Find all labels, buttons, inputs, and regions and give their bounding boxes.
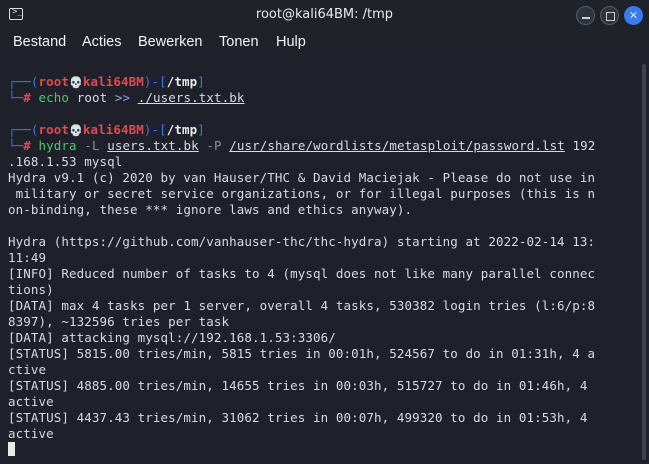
close-button[interactable]: ✕ (624, 6, 643, 25)
output-line: [INFO] Reduced number of tasks to 4 (mys… (8, 266, 596, 281)
prompt-line: ┌──(root💀kali64BM)-[/tmp] (8, 74, 205, 89)
menu-hulp[interactable]: Hulp (276, 34, 306, 50)
minimize-icon (582, 17, 590, 19)
menu-bar: Bestand Acties Bewerken Tonen Hulp (0, 30, 649, 56)
maximize-icon (606, 12, 615, 21)
output-line: [DATA] attacking mysql://192.168.1.53:33… (8, 330, 336, 345)
output-line: Hydra (https://github.com/vanhauser-thc/… (8, 234, 596, 249)
output-line: 11:49 (8, 250, 47, 265)
output-line: Hydra v9.1 (c) 2020 by van Hauser/THC & … (8, 170, 596, 185)
output-line: .168.1.53 mysql (8, 154, 123, 169)
prompt-line: ┌──(root💀kali64BM)-[/tmp] (8, 122, 205, 137)
terminal-output[interactable]: ┌──(root💀kali64BM)-[/tmp] └─# echo root … (0, 56, 640, 464)
scrollbar-thumb[interactable] (642, 64, 646, 460)
menu-bestand[interactable]: Bestand (13, 34, 66, 50)
close-icon: ✕ (628, 9, 639, 22)
skull-icon: 💀 (69, 76, 83, 89)
output-line: active (8, 426, 54, 441)
title-bar[interactable]: >_ root@kali64BM: /tmp ✕ (0, 0, 649, 30)
output-line: 8397), ~132596 tries per task (8, 314, 230, 329)
scrollbar[interactable] (640, 56, 649, 464)
output-line: tions) (8, 282, 54, 297)
output-line: ctive (8, 362, 47, 377)
menu-acties[interactable]: Acties (82, 34, 122, 50)
terminal-window: >_ root@kali64BM: /tmp ✕ Bestand Acties … (0, 0, 649, 464)
output-line: military or secret service organizations… (8, 186, 596, 201)
output-line: on-binding, these *** ignore laws and et… (8, 202, 413, 217)
skull-icon: 💀 (69, 124, 83, 137)
output-line: [STATUS] 4437.43 tries/min, 31062 tries … (8, 410, 588, 425)
output-line: [STATUS] 4885.00 tries/min, 14655 tries … (8, 378, 588, 393)
output-line: [STATUS] 5815.00 tries/min, 5815 tries i… (8, 346, 596, 361)
output-line: active (8, 394, 54, 409)
menu-tonen[interactable]: Tonen (219, 34, 259, 50)
minimize-button[interactable] (576, 6, 595, 25)
window-title: root@kali64BM: /tmp (255, 7, 394, 22)
output-line: [DATA] max 4 tasks per 1 server, overall… (8, 298, 596, 313)
command-line: └─# echo root >> ./users.txt.bk (8, 90, 245, 105)
text-cursor (8, 442, 15, 456)
maximize-button[interactable] (600, 6, 619, 25)
menu-bewerken[interactable]: Bewerken (138, 34, 202, 50)
command-line: └─# hydra -L users.txt.bk -P /usr/share/… (8, 138, 596, 153)
